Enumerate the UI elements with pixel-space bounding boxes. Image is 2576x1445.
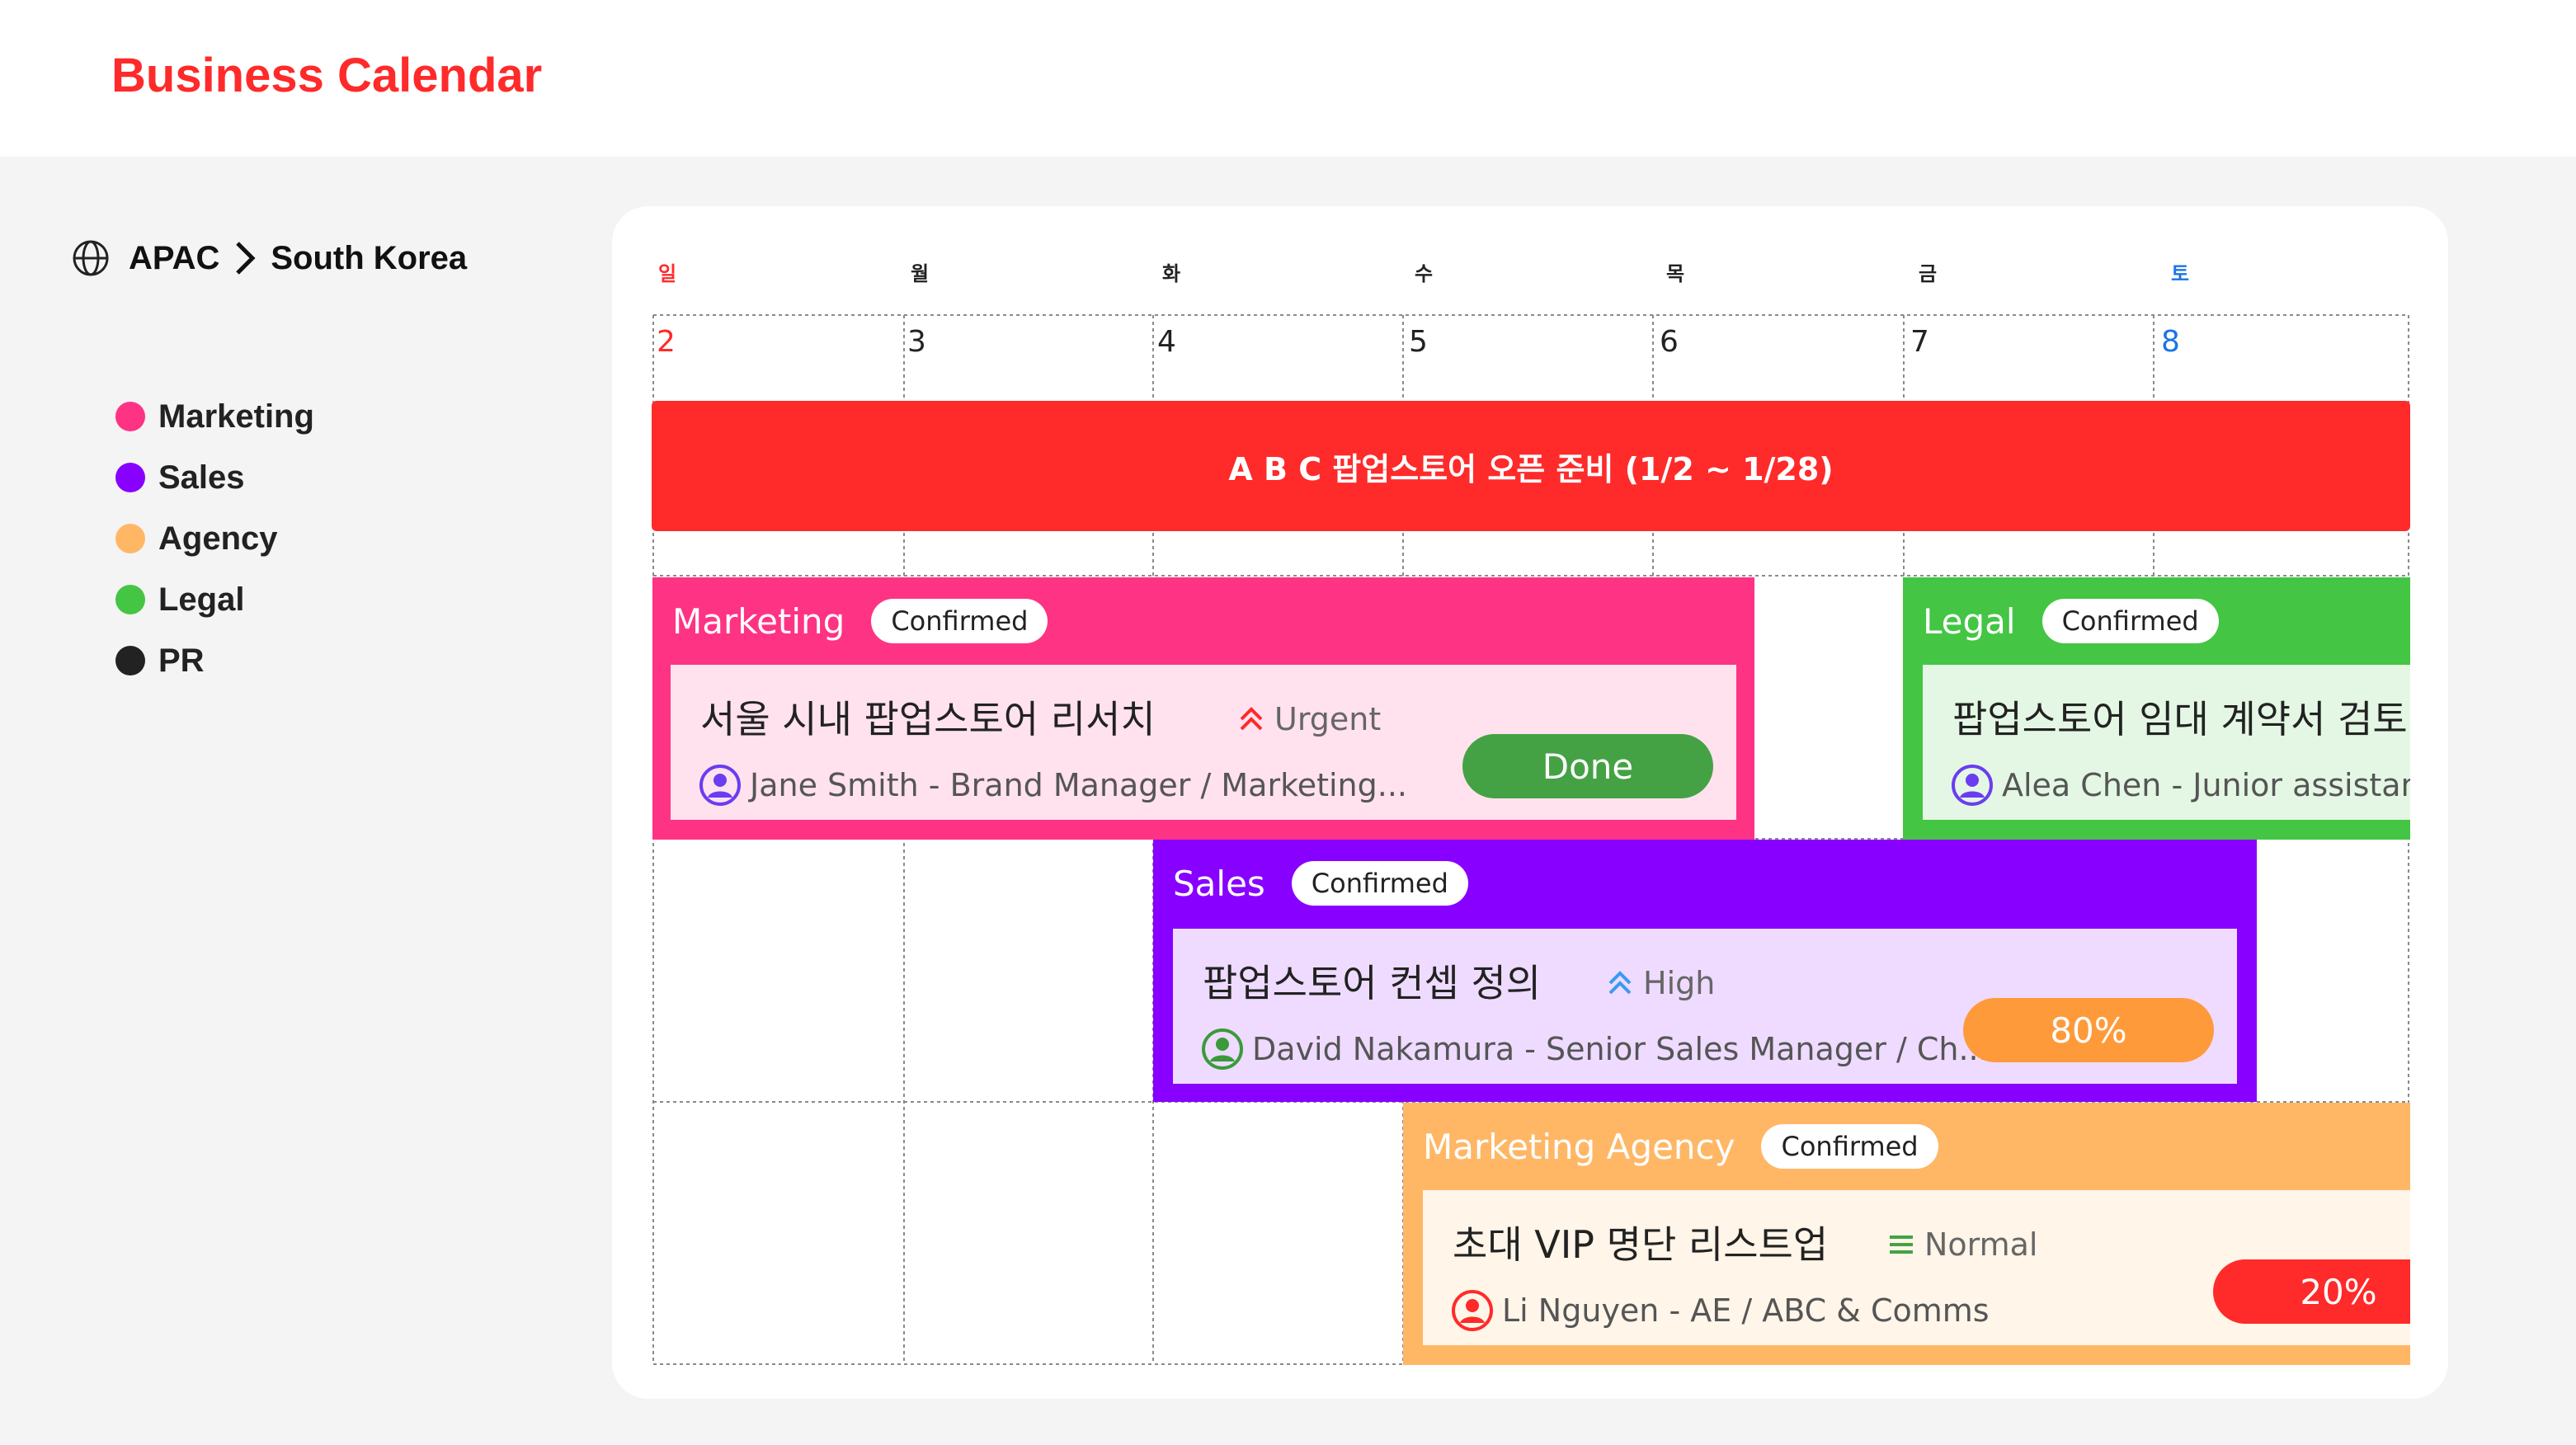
task-title: 초대 VIP 명단 리스트업 [1453,1222,1829,1267]
legend-label: Marketing [158,398,314,435]
task-title: 서울 시내 팝업스토어 리서치 [700,697,1156,741]
app-header: Business Calendar [0,0,2576,157]
legend-dot [115,524,145,553]
priority-indicator: Normal [1885,1226,2038,1263]
legend-dot [115,585,145,614]
task-body: 초대 VIP 명단 리스트업 Normal Li Nguyen - AE / A… [1423,1190,2410,1345]
priority-label: Urgent [1274,701,1382,737]
task-header: Legal Confirmed [1923,599,2219,643]
task-body: 팝업스토어 임대 계약서 검토 Alea Chen - Junior assis… [1923,665,2410,820]
progress-pill-done[interactable]: Done [1462,734,1713,798]
legend-item-agency[interactable]: Agency [115,508,314,569]
status-badge: Confirmed [1291,861,1468,906]
legend-item-pr[interactable]: PR [115,630,314,691]
assignee: Jane Smith - Brand Manager / Marketing..… [699,764,1407,807]
legend-label: Agency [158,520,278,557]
date-cell-2[interactable]: 2 [657,325,676,359]
chevron-right-icon [236,242,256,275]
date-cell-6[interactable]: 6 [1660,325,1679,359]
task-card-marketing[interactable]: Marketing Confirmed 서울 시내 팝업스토어 리서치 Urge… [652,577,1754,840]
task-title: 팝업스토어 임대 계약서 검토 [1952,697,2408,741]
category-legend: Marketing Sales Agency Legal PR [115,386,314,691]
legend-dot [115,646,145,675]
date-cell-8[interactable]: 8 [2161,325,2180,359]
double-chevron-up-icon [1608,971,1632,995]
legend-item-legal[interactable]: Legal [115,569,314,630]
task-header: Sales Confirmed [1173,861,1468,906]
project-banner[interactable]: A B C 팝업스토어 오픈 준비 (1/2 ~ 1/28) [652,401,2410,531]
assignee-name: Alea Chen - Junior assistant [2002,767,2410,803]
assignee: David Nakamura - Senior Sales Manager / … [1201,1028,1989,1071]
legend-label: Sales [158,459,245,496]
status-badge: Confirmed [2041,599,2219,643]
weekday-wed: 수 [1415,262,1434,285]
status-badge: Confirmed [1761,1124,1938,1169]
date-cell-4[interactable]: 4 [1157,325,1176,359]
priority-indicator: High [1604,965,1715,1001]
task-card-agency[interactable]: Marketing Agency Confirmed 초대 VIP 명단 리스트… [1403,1103,2410,1365]
breadcrumb-country[interactable]: South Korea [271,240,467,277]
task-body: 서울 시내 팝업스토어 리서치 Urgent Jane Smith - Bran… [671,665,1736,820]
task-header: Marketing Confirmed [672,599,1048,643]
task-category: Marketing [672,600,845,642]
task-title: 팝업스토어 컨셉 정의 [1203,961,1542,1005]
task-category: Marketing Agency [1423,1126,1735,1167]
banner-text: A B C 팝업스토어 오픈 준비 (1/2 ~ 1/28) [1228,450,1834,487]
date-cell-3[interactable]: 3 [907,325,926,359]
breadcrumb-region[interactable]: APAC [129,240,219,277]
legend-item-sales[interactable]: Sales [115,447,314,508]
progress-pill-80[interactable]: 80% [1963,998,2214,1062]
weekday-sat: 토 [2171,262,2190,285]
legend-item-marketing[interactable]: Marketing [115,386,314,447]
user-avatar-icon [1202,1028,1243,1070]
date-cell-7[interactable]: 7 [1910,325,1929,359]
priority-label: Normal [1924,1226,2038,1263]
menu-lines-icon [1890,1236,1913,1254]
weekday-fri: 금 [1919,262,1938,285]
task-card-sales[interactable]: Sales Confirmed 팝업스토어 컨셉 정의 High David N… [1153,840,2257,1102]
task-body: 팝업스토어 컨셉 정의 High David Nakamura - Senior… [1173,929,2237,1084]
assignee-name: Li Nguyen - AE / ABC & Comms [1502,1292,1990,1329]
breadcrumb: APAC South Korea [71,236,467,280]
globe-icon [73,240,109,276]
priority-indicator: Urgent [1235,701,1381,737]
legend-label: PR [158,642,205,679]
assignee-name: Jane Smith - Brand Manager / Marketing..… [750,767,1407,803]
legend-label: Legal [158,581,245,618]
assignee: Alea Chen - Junior assistant [1951,764,2410,807]
weekday-sun: 일 [658,262,677,285]
double-chevron-up-icon [1240,707,1263,731]
task-header: Marketing Agency Confirmed [1423,1124,1938,1169]
status-badge: Confirmed [871,599,1048,643]
task-category: Sales [1173,863,1265,904]
user-avatar-icon [1452,1290,1493,1331]
weekday-mon: 월 [911,262,930,285]
user-avatar-icon [1952,765,1993,806]
user-avatar-icon [699,765,741,806]
date-cell-5[interactable]: 5 [1409,325,1428,359]
assignee: Li Nguyen - AE / ABC & Comms [1451,1289,1990,1332]
weekday-tue: 화 [1162,262,1181,285]
legend-dot [115,402,145,431]
task-category: Legal [1923,600,2016,642]
assignee-name: David Nakamura - Senior Sales Manager / … [1252,1031,1989,1067]
legend-dot [115,463,145,492]
progress-pill-20[interactable]: 20% [2213,1259,2410,1324]
priority-label: High [1643,965,1716,1001]
app-title: Business Calendar [111,49,543,102]
task-card-legal[interactable]: Legal Confirmed 팝업스토어 임대 계약서 검토 Alea Che… [1903,577,2410,840]
weekday-thu: 목 [1666,262,1685,285]
